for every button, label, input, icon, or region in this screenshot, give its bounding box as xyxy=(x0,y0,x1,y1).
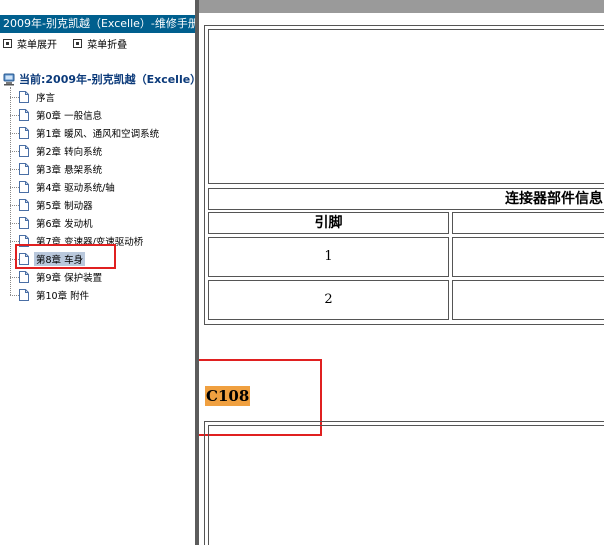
tree-item-label: 第2章 转向系统 xyxy=(36,147,103,158)
annotation-box-selected-chapter xyxy=(15,244,116,269)
collapse-menu-label: 菜单折叠 xyxy=(87,40,128,51)
manual-title-bar: 2009年-别克凯越（Excelle）-维修手册 xyxy=(0,15,195,33)
connector-table: 连接器部件信息 引脚 1 2 xyxy=(204,25,604,325)
menu-toolbar: 菜单展开 菜单折叠 xyxy=(0,36,137,54)
tree-item-chapter-9[interactable]: 第9章 保护装置 xyxy=(10,268,104,286)
pin-info-cell xyxy=(452,280,604,320)
tree-item-label: 第3章 悬架系统 xyxy=(36,165,103,176)
tree-item-label: 第10章 附件 xyxy=(36,291,90,302)
pin-column-header: 引脚 xyxy=(208,212,449,234)
document-content: 连接器部件信息 引脚 1 2 C108 xyxy=(199,13,604,545)
document-icon xyxy=(19,109,29,121)
connector-info-header: 连接器部件信息 xyxy=(208,188,604,210)
document-icon xyxy=(19,91,29,103)
document-icon xyxy=(19,217,29,229)
tree-item-preface[interactable]: 序言 xyxy=(10,88,57,106)
column-header-cell xyxy=(452,212,604,234)
tree-root[interactable]: 当前:2009年-别克凯越（Excelle） xyxy=(3,71,195,87)
tree-item-label: 第1章 暖风、通风和空调系统 xyxy=(36,129,160,140)
tree-item-chapter-10[interactable]: 第10章 附件 xyxy=(10,286,91,304)
expand-icon xyxy=(3,39,12,48)
connector-image-cell-2 xyxy=(208,425,604,545)
pin-info-cell xyxy=(452,237,604,277)
document-icon xyxy=(19,289,29,301)
tree-item-chapter-4[interactable]: 第4章 驱动系统/轴 xyxy=(10,178,117,196)
tree-item-label: 第4章 驱动系统/轴 xyxy=(36,183,115,194)
document-icon xyxy=(19,181,29,193)
tree-item-chapter-3[interactable]: 第3章 悬架系统 xyxy=(10,160,104,178)
navigation-pane: 2009年-别克凯越（Excelle）-维修手册 菜单展开 菜单折叠 当前:20… xyxy=(0,0,195,545)
tree-item-label: 第9章 保护装置 xyxy=(36,273,103,284)
tree-item-label: 序言 xyxy=(36,93,56,104)
content-top-bar xyxy=(199,0,604,13)
tree-item-chapter-1[interactable]: 第1章 暖风、通风和空调系统 xyxy=(10,124,161,142)
tree-item-chapter-6[interactable]: 第6章 发动机 xyxy=(10,214,95,232)
expand-menu-label: 菜单展开 xyxy=(17,40,57,51)
pin-cell: 1 xyxy=(208,237,449,277)
tree-item-chapter-2[interactable]: 第2章 转向系统 xyxy=(10,142,104,160)
collapse-icon xyxy=(73,39,83,48)
document-icon xyxy=(19,271,29,283)
document-icon xyxy=(19,145,29,157)
document-icon xyxy=(19,127,29,139)
tree-item-label: 第0章 一般信息 xyxy=(36,111,103,122)
connector-image-cell xyxy=(208,29,604,184)
expand-menu-button[interactable]: 菜单展开 xyxy=(3,36,57,51)
collapse-menu-button[interactable]: 菜单折叠 xyxy=(73,36,127,51)
computer-icon xyxy=(3,73,15,85)
tree-root-label: 当前:2009年-别克凯越（Excelle） xyxy=(19,73,195,86)
tree-item-label: 第6章 发动机 xyxy=(36,219,93,230)
document-icon xyxy=(19,199,29,211)
connector-table-2 xyxy=(204,421,604,545)
document-icon xyxy=(19,163,29,175)
tree-item-chapter-0[interactable]: 第0章 一般信息 xyxy=(10,106,104,124)
tree-item-chapter-5[interactable]: 第5章 制动器 xyxy=(10,196,95,214)
pin-cell: 2 xyxy=(208,280,449,320)
tree-item-label: 第5章 制动器 xyxy=(36,201,93,212)
